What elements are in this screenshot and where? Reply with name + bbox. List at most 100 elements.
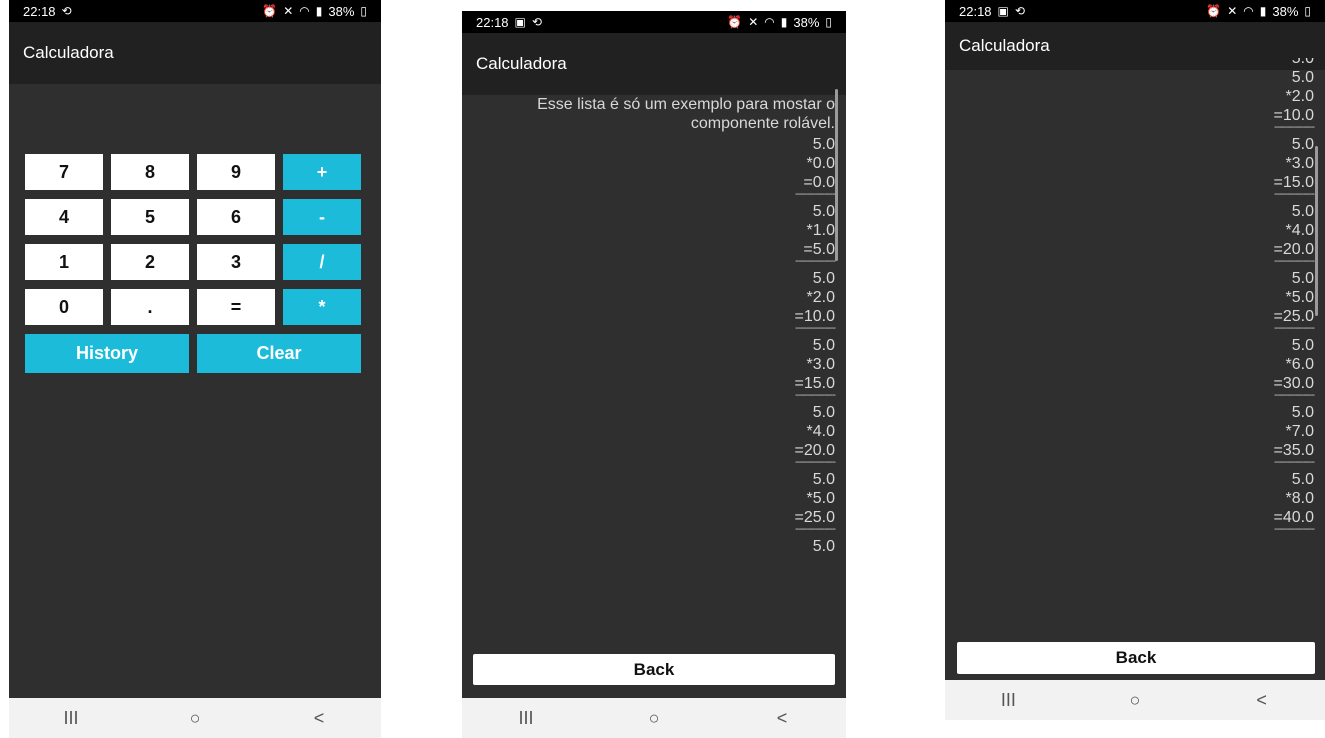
- home-icon[interactable]: ○: [1105, 690, 1165, 711]
- entry-multiplier: *6.0: [1285, 356, 1314, 373]
- history-entry: 5.0 *7.0 =35.0 ---------------: [955, 403, 1315, 468]
- sync-icon: ⟲: [1014, 4, 1025, 18]
- status-bar: 22:18 ▣ ⟲ ⏰ ✕ ◠ ▮ 38% ▯: [462, 11, 846, 33]
- recents-icon[interactable]: III: [41, 708, 101, 729]
- entry-separator: ---------------: [795, 389, 836, 401]
- history-button[interactable]: History: [25, 334, 189, 373]
- entry-multiplier: *3.0: [1285, 155, 1314, 172]
- entry-operand: 5.0: [1291, 136, 1314, 153]
- alarm-icon: ⏰: [727, 15, 743, 29]
- key-6[interactable]: 6: [197, 199, 275, 235]
- key-minus[interactable]: -: [283, 199, 361, 235]
- key-equals[interactable]: =: [197, 289, 275, 325]
- entry-separator: ---------------: [1274, 188, 1315, 200]
- entry-operand: 5.0: [1291, 471, 1314, 488]
- key-multiply[interactable]: *: [283, 289, 361, 325]
- key-decimal[interactable]: .: [111, 289, 189, 325]
- entry-multiplier: *4.0: [806, 423, 835, 440]
- battery-level: 38%: [1272, 3, 1299, 19]
- back-icon[interactable]: <: [289, 708, 349, 729]
- status-bar: 22:18 ▣ ⟲ ⏰ ✕ ◠ ▮ 38% ▯: [945, 0, 1325, 22]
- entry-operand: 5.0: [812, 471, 835, 488]
- battery-icon: ▯: [1304, 4, 1311, 18]
- entry-separator: ---------------: [795, 255, 836, 267]
- clear-button[interactable]: Clear: [197, 334, 361, 373]
- entry-operand: 5.0: [812, 538, 835, 555]
- signal-icon: ▮: [780, 15, 788, 29]
- key-1[interactable]: 1: [25, 244, 103, 280]
- history-list[interactable]: 5.0 5.0 *2.0 =10.0 --------------- 5.0 *3.0 =15…: [955, 58, 1315, 537]
- key-4[interactable]: 4: [25, 199, 103, 235]
- keypad: 7 8 9 + 4 5 6 - 1 2 3 / 0 . = * History …: [25, 154, 363, 382]
- mute-icon: ✕: [748, 15, 759, 29]
- battery-level: 38%: [793, 14, 820, 30]
- status-time: 22:18: [23, 3, 56, 19]
- home-icon[interactable]: ○: [624, 708, 684, 729]
- history-entry: 5.0 *4.0 =20.0 ---------------: [472, 403, 836, 468]
- key-7[interactable]: 7: [25, 154, 103, 190]
- recents-icon[interactable]: III: [978, 690, 1038, 711]
- entry-operand: 5.0: [812, 270, 835, 287]
- key-plus[interactable]: +: [283, 154, 361, 190]
- entry-operand-clipped: 5.0: [1291, 58, 1314, 67]
- entry-multiplier: *1.0: [806, 222, 835, 239]
- entry-multiplier: *2.0: [1285, 88, 1314, 105]
- history-entry: 5.0 *6.0 =30.0 ---------------: [955, 336, 1315, 401]
- back-button[interactable]: Back: [473, 654, 835, 685]
- mute-icon: ✕: [1227, 4, 1238, 18]
- app-title: Calculadora: [9, 22, 381, 84]
- entry-operand: 5.0: [1291, 337, 1314, 354]
- entry-multiplier: *0.0: [806, 155, 835, 172]
- recents-icon[interactable]: III: [496, 708, 556, 729]
- wifi-icon: ◠: [299, 4, 310, 18]
- entry-multiplier: *2.0: [806, 289, 835, 306]
- calculator-screen: 22:18 ⟲ ⏰ ✕ ◠ ▮ 38% ▯ Calculadora 7 8 9 …: [9, 0, 381, 738]
- back-icon[interactable]: <: [1232, 690, 1292, 711]
- history-entry: 5.0 *3.0 =15.0 ---------------: [472, 336, 836, 401]
- entry-operand: 5.0: [812, 337, 835, 354]
- wifi-icon: ◠: [764, 15, 775, 29]
- entry-operand: 5.0: [812, 404, 835, 421]
- history-entry: 5.0 *2.0 =10.0 ---------------: [955, 68, 1315, 133]
- key-0[interactable]: 0: [25, 289, 103, 325]
- history-intro-text: Esse lista é só um exemplo para mostar o…: [537, 96, 835, 132]
- system-navbar: III ○ <: [462, 698, 846, 738]
- entry-separator: ---------------: [1274, 121, 1315, 133]
- battery-icon: ▯: [825, 15, 832, 29]
- scrollbar[interactable]: [1315, 146, 1318, 316]
- entry-operand: 5.0: [1291, 270, 1314, 287]
- scrollbar[interactable]: [835, 89, 838, 261]
- key-8[interactable]: 8: [111, 154, 189, 190]
- entry-operand: 5.0: [1291, 203, 1314, 220]
- gallery-icon: ▣: [997, 4, 1009, 18]
- alarm-icon: ⏰: [1206, 4, 1222, 18]
- back-button[interactable]: Back: [957, 642, 1315, 674]
- history-screen-top: 22:18 ▣ ⟲ ⏰ ✕ ◠ ▮ 38% ▯ Calculadora Esse…: [462, 11, 846, 738]
- system-navbar: III ○ <: [945, 680, 1325, 720]
- status-bar: 22:18 ⟲ ⏰ ✕ ◠ ▮ 38% ▯: [9, 0, 381, 22]
- entry-multiplier: *5.0: [1285, 289, 1314, 306]
- home-icon[interactable]: ○: [165, 708, 225, 729]
- history-screen-scrolled: 22:18 ▣ ⟲ ⏰ ✕ ◠ ▮ 38% ▯ Calculadora 5.0 5…: [945, 0, 1325, 720]
- key-9[interactable]: 9: [197, 154, 275, 190]
- gallery-icon: ▣: [514, 15, 526, 29]
- entry-separator: ---------------: [795, 456, 836, 468]
- entry-separator: ---------------: [795, 188, 836, 200]
- entry-operand: 5.0: [812, 136, 835, 153]
- wifi-icon: ◠: [1243, 4, 1254, 18]
- entry-separator: ---------------: [1274, 456, 1315, 468]
- key-5[interactable]: 5: [111, 199, 189, 235]
- back-icon[interactable]: <: [752, 708, 812, 729]
- history-entry: 5.0: [472, 537, 835, 556]
- entry-separator: ---------------: [1274, 255, 1315, 267]
- history-entry: 5.0 *5.0 =25.0 ---------------: [955, 269, 1315, 334]
- history-list[interactable]: Esse lista é só um exemplo para mostar o…: [472, 95, 836, 558]
- entry-separator: ---------------: [795, 322, 836, 334]
- status-time: 22:18: [959, 3, 992, 19]
- entry-operand: 5.0: [1291, 404, 1314, 421]
- entry-multiplier: *4.0: [1285, 222, 1314, 239]
- key-3[interactable]: 3: [197, 244, 275, 280]
- history-entry: 5.0 *4.0 =20.0 ---------------: [955, 202, 1315, 267]
- key-divide[interactable]: /: [283, 244, 361, 280]
- key-2[interactable]: 2: [111, 244, 189, 280]
